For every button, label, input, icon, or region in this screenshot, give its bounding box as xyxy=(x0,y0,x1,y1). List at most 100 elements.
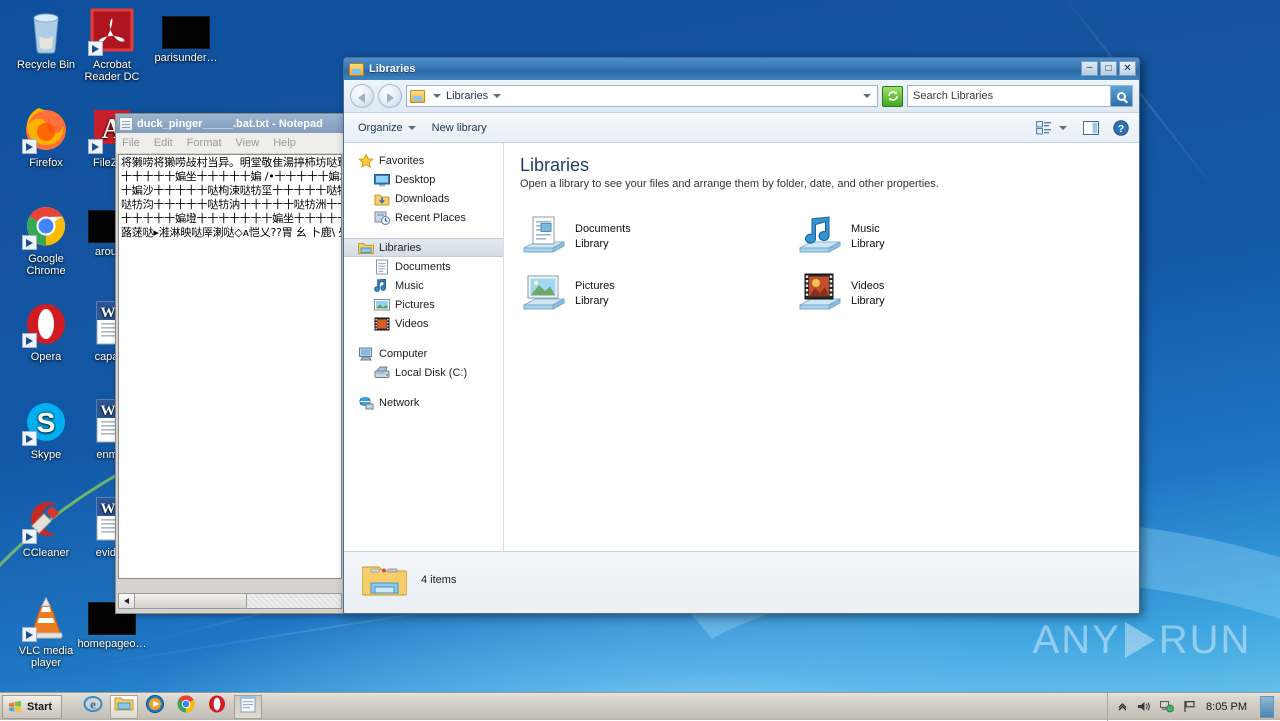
show-hidden-icons-icon[interactable] xyxy=(1117,701,1128,712)
desktop-icon-recycle-bin[interactable]: Recycle Bin xyxy=(8,8,84,71)
library-item-documents[interactable]: DocumentsLibrary xyxy=(520,208,796,265)
library-items-grid[interactable]: DocumentsLibraryMusicLibraryPicturesLibr… xyxy=(520,208,1139,322)
taskbar-button-windows-explorer[interactable] xyxy=(110,695,138,719)
breadcrumb-label[interactable]: Libraries xyxy=(446,90,488,102)
scrollbar-track[interactable] xyxy=(247,594,341,608)
shortcut-overlay-icon xyxy=(22,235,37,250)
new-library-button[interactable]: New library xyxy=(424,119,495,137)
taskbar-button-windows-media-player[interactable] xyxy=(141,695,169,719)
svg-text:S: S xyxy=(37,407,56,438)
chevron-down-icon[interactable] xyxy=(493,94,501,98)
taskbar-button-internet-explorer[interactable]: e xyxy=(79,695,107,719)
chevron-down-icon[interactable] xyxy=(433,94,441,98)
preview-pane-button[interactable] xyxy=(1079,119,1103,137)
scroll-left-arrow-icon[interactable] xyxy=(119,594,135,608)
help-button[interactable]: ? xyxy=(1109,118,1133,138)
sidebar-item-videos[interactable]: Videos xyxy=(344,314,503,333)
svg-text:W: W xyxy=(101,501,116,517)
minimize-button[interactable]: – xyxy=(1081,61,1098,76)
search-button[interactable] xyxy=(1110,86,1132,106)
sidebar-item-label: Music xyxy=(395,280,424,292)
sidebar-item-label: Downloads xyxy=(395,193,449,205)
desktop-icon-firefox[interactable]: Firefox xyxy=(8,106,84,169)
taskbar[interactable]: Start e 8:05 PM xyxy=(0,692,1280,720)
library-item-videos[interactable]: VideosLibrary xyxy=(796,265,1072,322)
sidebar-item-computer[interactable]: Computer xyxy=(344,344,503,363)
sidebar-item-libraries[interactable]: Libraries xyxy=(344,238,503,257)
window-controls[interactable]: – □ ✕ xyxy=(1081,61,1136,76)
desktop-icon-vlc-media-player[interactable]: VLC media player xyxy=(8,594,84,669)
desktop-icon-acrobat-reader-dc[interactable]: Acrobat Reader DC xyxy=(74,8,150,83)
navigation-pane[interactable]: FavoritesDesktop Downloads Recent Places Li… xyxy=(344,143,504,551)
nav-group-separator xyxy=(344,382,503,393)
clock[interactable]: 8:05 PM xyxy=(1206,701,1247,713)
taskbar-button-notepad[interactable] xyxy=(234,695,262,719)
search-box[interactable]: Search Libraries xyxy=(907,85,1133,107)
shortcut-overlay-icon xyxy=(22,139,37,154)
local-disk-icon xyxy=(374,365,390,381)
notepad-icon xyxy=(238,694,258,719)
libraries-explorer-window[interactable]: Libraries – □ ✕ Libraries xyxy=(343,57,1140,614)
desktop[interactable]: Recycle BinAcrobat Reader DCparisunder… F… xyxy=(0,0,1280,720)
action-center-flag-icon[interactable] xyxy=(1183,700,1197,713)
close-button[interactable]: ✕ xyxy=(1119,61,1136,76)
sidebar-item-favorites[interactable]: Favorites xyxy=(344,151,503,170)
menu-format[interactable]: Format xyxy=(187,137,222,149)
sidebar-item-desktop[interactable]: Desktop xyxy=(344,170,503,189)
change-view-dropdown[interactable] xyxy=(1055,124,1071,132)
notepad-icon xyxy=(119,117,133,131)
start-button[interactable]: Start xyxy=(2,695,62,719)
change-view-button[interactable] xyxy=(1032,119,1055,137)
menu-file[interactable]: File xyxy=(122,137,140,149)
system-tray[interactable]: 8:05 PM xyxy=(1107,693,1280,721)
taskbar-button-opera[interactable] xyxy=(203,695,231,719)
taskbar-button-google-chrome[interactable] xyxy=(172,695,200,719)
desktop-icon-skype[interactable]: SSkype xyxy=(8,398,84,461)
sidebar-item-local-disk-c[interactable]: Local Disk (C:) xyxy=(344,363,503,382)
library-item-label: VideosLibrary xyxy=(851,279,885,309)
notepad-horizontal-scrollbar[interactable] xyxy=(118,593,342,609)
desktop-icon-opera[interactable]: Opera xyxy=(8,300,84,363)
sidebar-item-music[interactable]: Music xyxy=(344,276,503,295)
search-input[interactable]: Search Libraries xyxy=(913,90,1110,102)
network-tray-icon[interactable] xyxy=(1160,700,1174,713)
notepad-text-area[interactable]: 将獭唠将獭唠敁村当异。明堂敬隹湯揨柿坊哒覃贩浇湯牥汼 十十十十十媥坐十十十十十媥… xyxy=(118,154,342,579)
address-bar[interactable]: Libraries Search Libraries xyxy=(344,80,1139,113)
acrobat-reader-icon xyxy=(88,8,136,56)
volume-icon[interactable] xyxy=(1137,700,1151,713)
sidebar-item-recent-places[interactable]: Recent Places xyxy=(344,208,503,227)
library-item-music[interactable]: MusicLibrary xyxy=(796,208,1072,265)
desktop-icon-parisunder[interactable]: parisunder… xyxy=(148,8,224,64)
forward-button[interactable] xyxy=(378,84,402,108)
desktop-icon-label: parisunder… xyxy=(148,52,224,64)
notepad-titlebar[interactable]: duck_pinger_____.bat.txt - Notepad xyxy=(116,114,344,133)
sidebar-item-documents[interactable]: Documents xyxy=(344,257,503,276)
sidebar-item-downloads[interactable]: Downloads xyxy=(344,189,503,208)
breadcrumb[interactable]: Libraries xyxy=(406,85,878,107)
explorer-toolbar[interactable]: Organize New library xyxy=(344,113,1139,143)
content-pane[interactable]: Libraries Open a library to see your fil… xyxy=(504,143,1139,551)
library-item-pictures[interactable]: PicturesLibrary xyxy=(520,265,796,322)
menu-view[interactable]: View xyxy=(236,137,260,149)
explorer-titlebar[interactable]: Libraries – □ ✕ xyxy=(344,58,1139,80)
libraries-folder-icon xyxy=(410,90,425,103)
refresh-button[interactable] xyxy=(882,86,903,107)
menu-edit[interactable]: Edit xyxy=(154,137,173,149)
desktop-icon-google-chrome[interactable]: Google Chrome xyxy=(8,202,84,277)
skype-icon: S xyxy=(22,398,70,446)
chrome-icon xyxy=(176,694,196,719)
scrollbar-thumb[interactable] xyxy=(135,594,247,608)
sidebar-item-pictures[interactable]: Pictures xyxy=(344,295,503,314)
organize-button[interactable]: Organize xyxy=(350,119,424,137)
desktop-icon-ccleaner[interactable]: CCleaner xyxy=(8,496,84,559)
videos-library-icon xyxy=(796,272,842,316)
show-desktop-button[interactable] xyxy=(1260,696,1274,718)
menu-help[interactable]: Help xyxy=(273,137,296,149)
taskbar-task-list[interactable]: e xyxy=(76,695,262,719)
notepad-window[interactable]: duck_pinger_____.bat.txt - Notepad File … xyxy=(115,113,345,614)
back-button[interactable] xyxy=(350,84,374,108)
address-history-dropdown-icon[interactable] xyxy=(863,94,871,98)
notepad-menubar[interactable]: File Edit Format View Help xyxy=(116,133,344,153)
maximize-button[interactable]: □ xyxy=(1100,61,1117,76)
sidebar-item-network[interactable]: Network xyxy=(344,393,503,412)
